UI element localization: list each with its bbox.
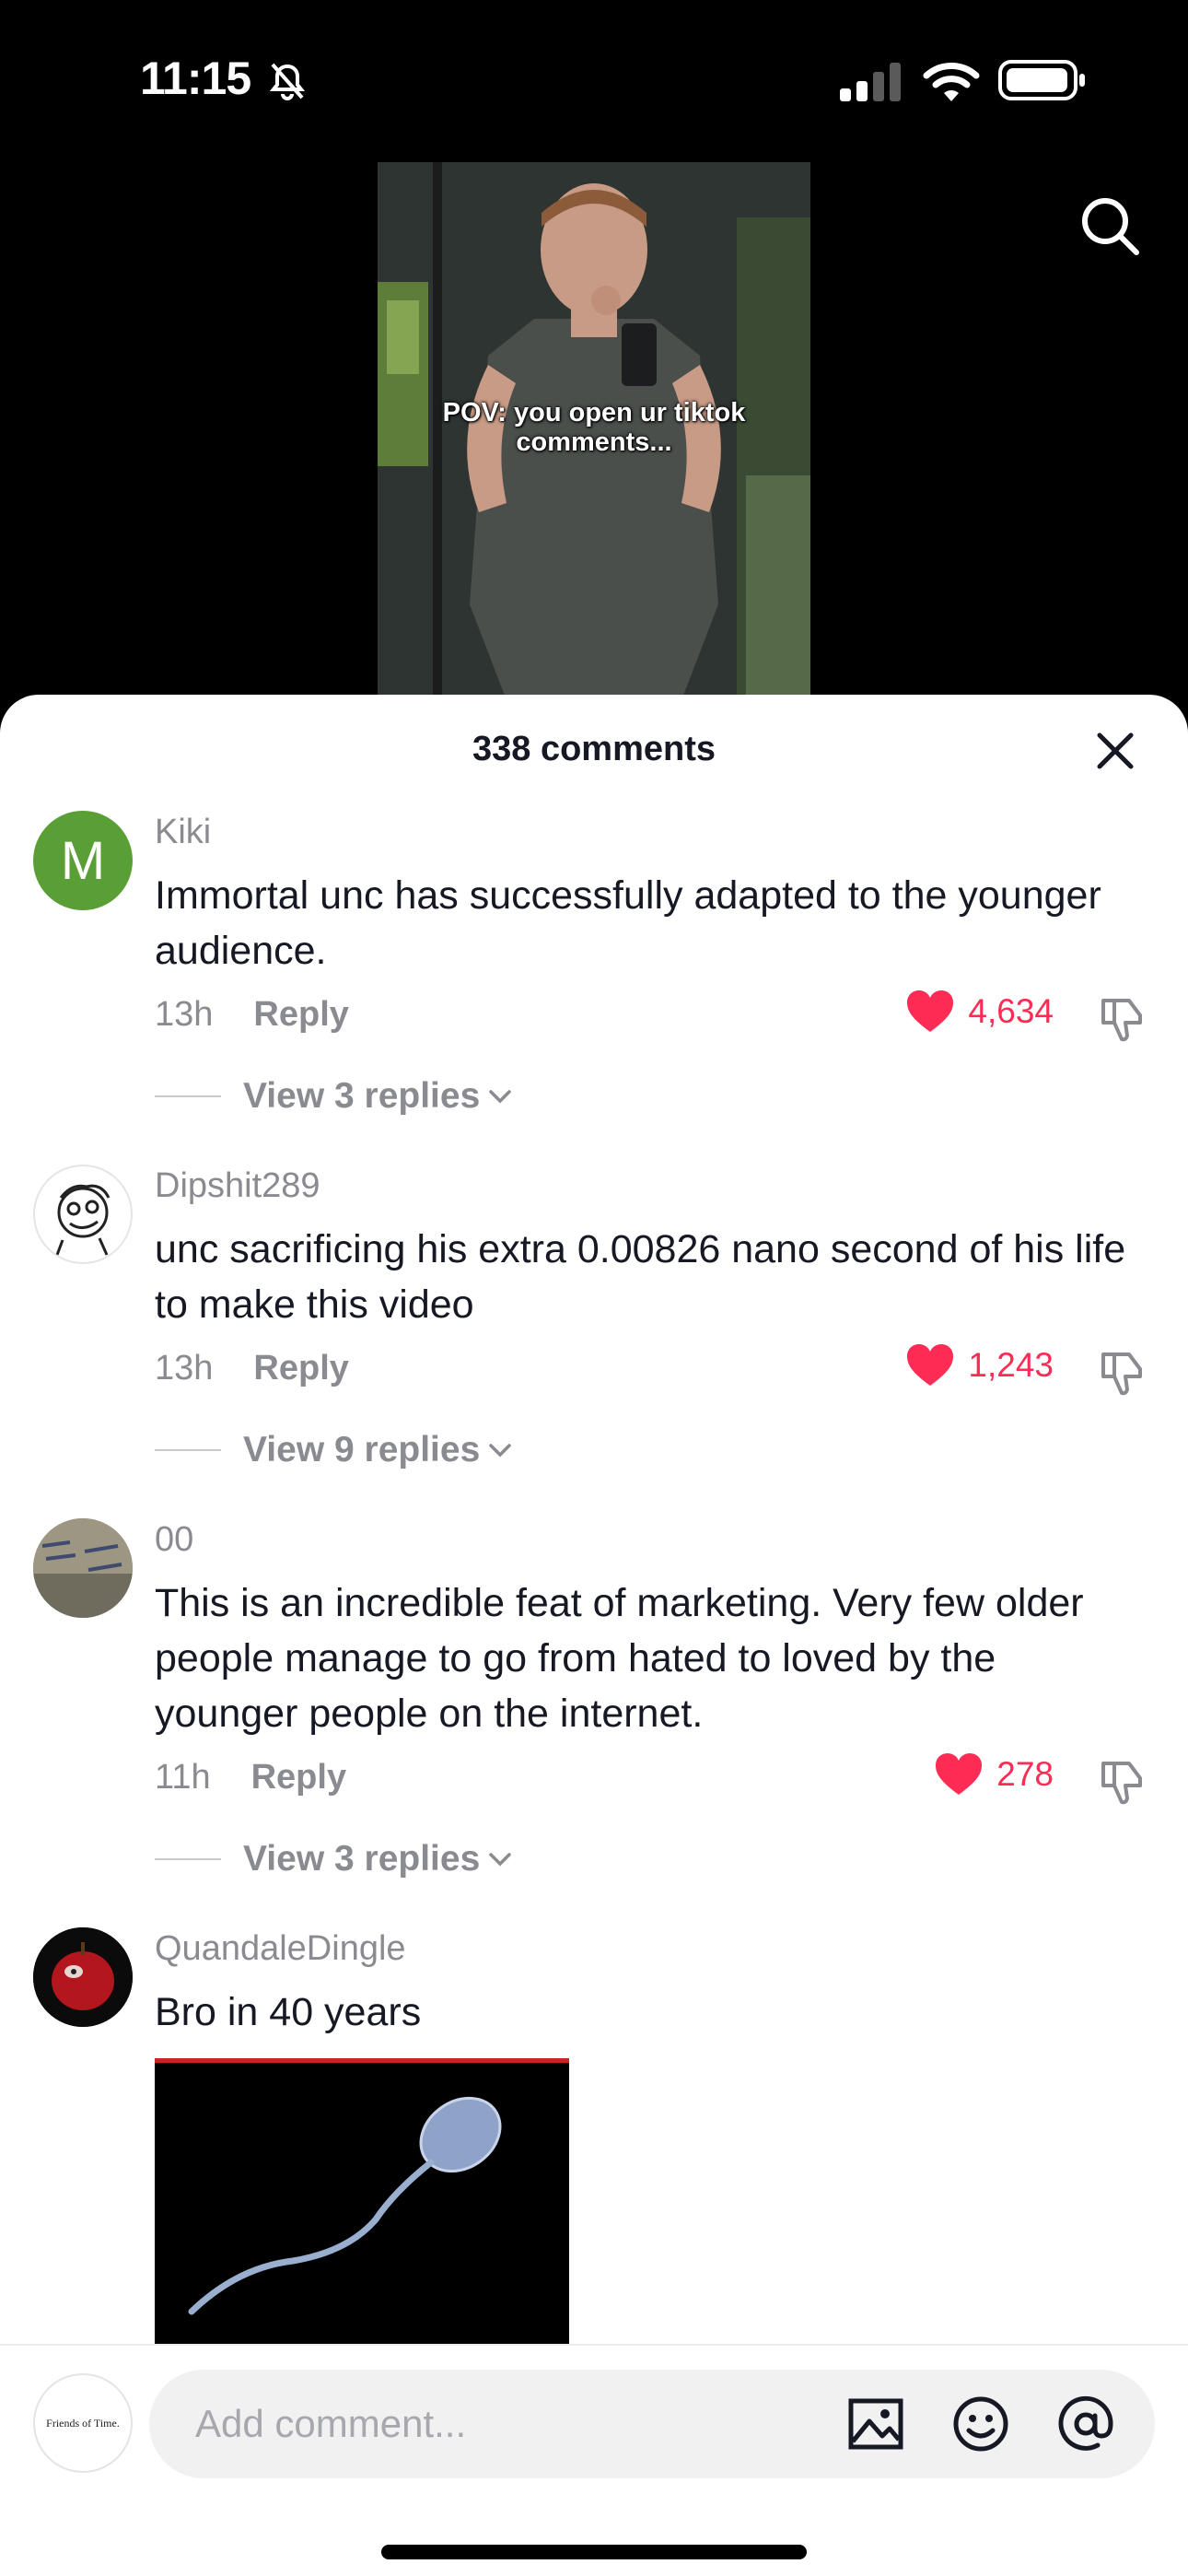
graffiti-avatar-image xyxy=(33,1518,133,1618)
reply-button[interactable]: Reply xyxy=(251,1758,346,1797)
like-button[interactable]: 4,634 xyxy=(905,989,1054,1034)
video-player[interactable]: POV: you open ur tiktok comments... xyxy=(0,157,1188,709)
comment-age: 13h xyxy=(155,995,214,1034)
comment-age: 11h xyxy=(155,1758,211,1797)
view-replies-button[interactable]: View 9 replies xyxy=(155,1430,513,1470)
comments-count-title: 338 comments xyxy=(472,730,716,768)
view-replies-label: View 3 replies xyxy=(243,1839,481,1879)
view-replies-button[interactable]: View 3 replies xyxy=(155,1076,513,1117)
avatar[interactable] xyxy=(33,1165,133,1264)
comment-username[interactable]: 00 xyxy=(155,1520,193,1560)
avatar[interactable] xyxy=(33,1927,133,2027)
comment-text: unc sacrificing his extra 0.00826 nano s… xyxy=(155,1227,1126,1327)
battery-icon xyxy=(998,60,1085,100)
comments-sheet: 338 comments M Kiki Immortal unc has suc… xyxy=(0,695,1188,2576)
dislike-icon[interactable] xyxy=(1098,1349,1146,1397)
comment-composer: Friends of Time. xyxy=(0,2344,1188,2576)
signal-icon xyxy=(840,63,901,101)
cartoon-face-avatar-image xyxy=(55,1184,111,1256)
view-replies-label: View 9 replies xyxy=(243,1430,481,1469)
emoji-icon[interactable] xyxy=(950,2394,1011,2454)
chevron-down-icon xyxy=(489,1853,512,1867)
status-bar: 11:15 xyxy=(0,0,1188,157)
my-avatar[interactable]: Friends of Time. xyxy=(33,2373,133,2473)
like-button[interactable]: 278 xyxy=(934,1752,1054,1797)
comment-meta: 13h Reply xyxy=(155,995,349,1035)
wifi-icon xyxy=(923,63,980,101)
view-replies-button[interactable]: View 3 replies xyxy=(155,1839,513,1879)
at-icon[interactable] xyxy=(1055,2394,1116,2454)
image-icon[interactable] xyxy=(845,2394,906,2454)
bell-slash-icon xyxy=(269,63,306,100)
search-icon[interactable] xyxy=(1077,193,1142,258)
comment-attached-image[interactable] xyxy=(155,2058,569,2344)
status-time: 11:15 xyxy=(140,53,251,104)
home-indicator[interactable] xyxy=(381,2545,807,2559)
comment-input-box[interactable] xyxy=(149,2370,1155,2478)
comment-age: 13h xyxy=(155,1349,214,1388)
like-count: 278 xyxy=(996,1755,1054,1793)
heart-icon xyxy=(907,990,954,1032)
avatar[interactable] xyxy=(33,1518,133,1618)
dislike-icon[interactable] xyxy=(1098,1758,1146,1806)
comment-username[interactable]: Dipshit289 xyxy=(155,1166,320,1206)
my-avatar-text: Friends of Time. xyxy=(46,2416,120,2430)
video-frame[interactable]: POV: you open ur tiktok comments... xyxy=(378,162,810,700)
chevron-down-icon xyxy=(489,1444,512,1458)
divider-line xyxy=(155,1449,221,1451)
divider-line xyxy=(155,1858,221,1860)
heart-icon xyxy=(907,1344,954,1386)
avatar-letter: M xyxy=(60,830,106,891)
chevron-down-icon xyxy=(489,1090,512,1104)
heart-icon xyxy=(936,1753,983,1795)
apple-avatar-image xyxy=(33,1927,133,2027)
like-button[interactable]: 1,243 xyxy=(905,1343,1054,1388)
view-replies-label: View 3 replies xyxy=(243,1076,481,1116)
comment-meta: 11h Reply xyxy=(155,1758,346,1797)
reply-button[interactable]: Reply xyxy=(253,995,348,1034)
avatar[interactable]: M xyxy=(33,811,133,910)
dislike-icon[interactable] xyxy=(1098,995,1146,1043)
like-count: 1,243 xyxy=(968,1346,1054,1384)
comment-text: This is an incredible feat of marketing.… xyxy=(155,1581,1084,1736)
comment-text: Immortal unc has successfully adapted to… xyxy=(155,873,1101,973)
close-icon[interactable] xyxy=(1092,728,1138,774)
sperm-illustration-image xyxy=(155,2063,569,2344)
comment-input[interactable] xyxy=(195,2370,840,2478)
divider-line xyxy=(155,1095,221,1097)
like-count: 4,634 xyxy=(968,992,1054,1030)
comment-text: Bro in 40 years xyxy=(155,1990,422,2034)
reply-button[interactable]: Reply xyxy=(253,1349,348,1388)
comment-username[interactable]: QuandaleDingle xyxy=(155,1929,406,1969)
video-caption: POV: you open ur tiktok comments... xyxy=(442,398,746,457)
comment-meta: 13h Reply xyxy=(155,1349,349,1388)
comment-username[interactable]: Kiki xyxy=(155,813,211,852)
